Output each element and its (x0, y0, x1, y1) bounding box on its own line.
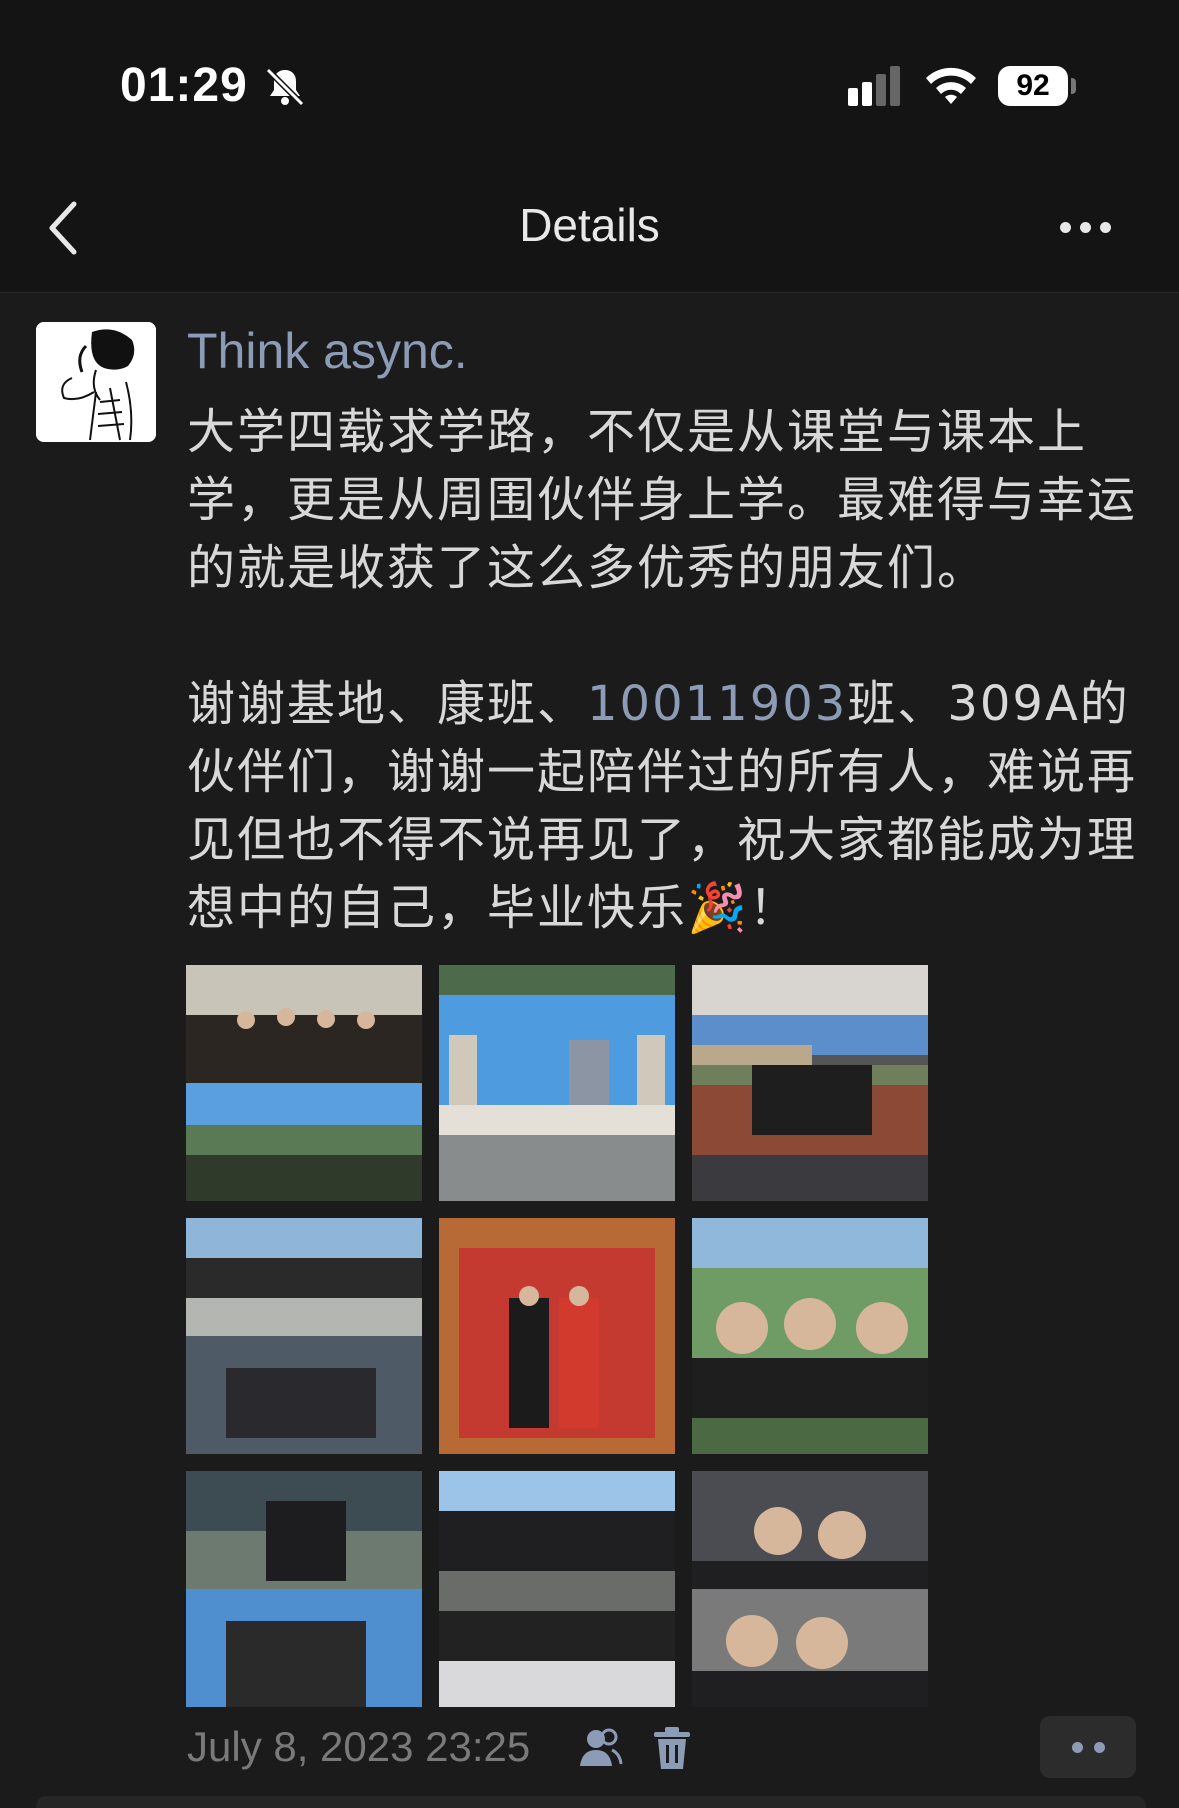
avatar-illustration (36, 322, 156, 442)
avatar[interactable] (36, 322, 156, 442)
status-bar: 01:29 92 (0, 0, 1179, 150)
photo-thumbnail[interactable] (186, 1471, 422, 1707)
battery-indicator: 92 (998, 66, 1078, 108)
more-dot-icon (1080, 222, 1091, 233)
photo-thumbnail[interactable] (692, 1218, 928, 1454)
battery-level: 92 (1016, 69, 1050, 102)
comments-panel-edge (36, 1796, 1146, 1808)
bell-muted-icon (265, 67, 305, 107)
page-title: Details (519, 199, 660, 251)
more-dot-icon (1100, 222, 1111, 233)
trash-icon[interactable] (650, 1724, 694, 1772)
status-time: 01:29 (120, 59, 248, 112)
photo-thumbnail[interactable] (692, 965, 928, 1201)
post-text: 大学四载求学路，不仅是从课堂与课本上学，更是从周围伙伴身上学。最难得与幸运的就是… (187, 398, 1147, 942)
photo-thumbnail[interactable] (439, 965, 675, 1201)
post-timestamp: July 8, 2023 23:25 (187, 1723, 531, 1770)
photo-thumbnail[interactable] (439, 1218, 675, 1454)
wifi-icon (926, 67, 976, 104)
cellular-signal-icon (848, 66, 900, 106)
comment-dot-icon (1094, 1742, 1105, 1753)
photo-grid (186, 965, 928, 1707)
photo-thumbnail[interactable] (439, 1471, 675, 1707)
class-link[interactable]: 10011903 (587, 676, 847, 732)
more-options-button[interactable] (1060, 218, 1120, 238)
photo-thumbnail[interactable] (692, 1471, 928, 1707)
comment-like-button[interactable] (1040, 1716, 1136, 1778)
more-dot-icon (1060, 222, 1071, 233)
author-name[interactable]: Think async. (187, 322, 468, 380)
photo-thumbnail[interactable] (186, 1218, 422, 1454)
navigation-bar: Details (0, 150, 1179, 293)
visibility-friends-icon[interactable] (576, 1724, 624, 1772)
photo-thumbnail[interactable] (186, 965, 422, 1201)
comment-dot-icon (1072, 1742, 1083, 1753)
